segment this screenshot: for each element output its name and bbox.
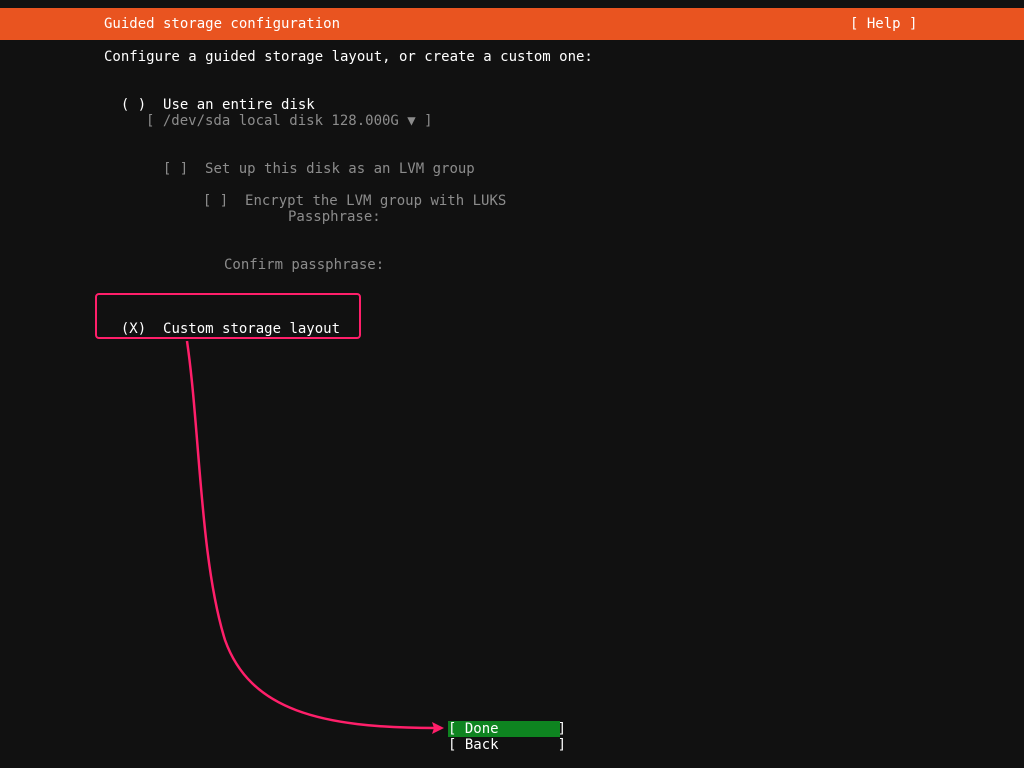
annotation-arrow <box>185 340 444 734</box>
done-button[interactable]: [ Done ] <box>448 721 566 737</box>
back-button[interactable]: [ Back ] <box>448 737 566 753</box>
